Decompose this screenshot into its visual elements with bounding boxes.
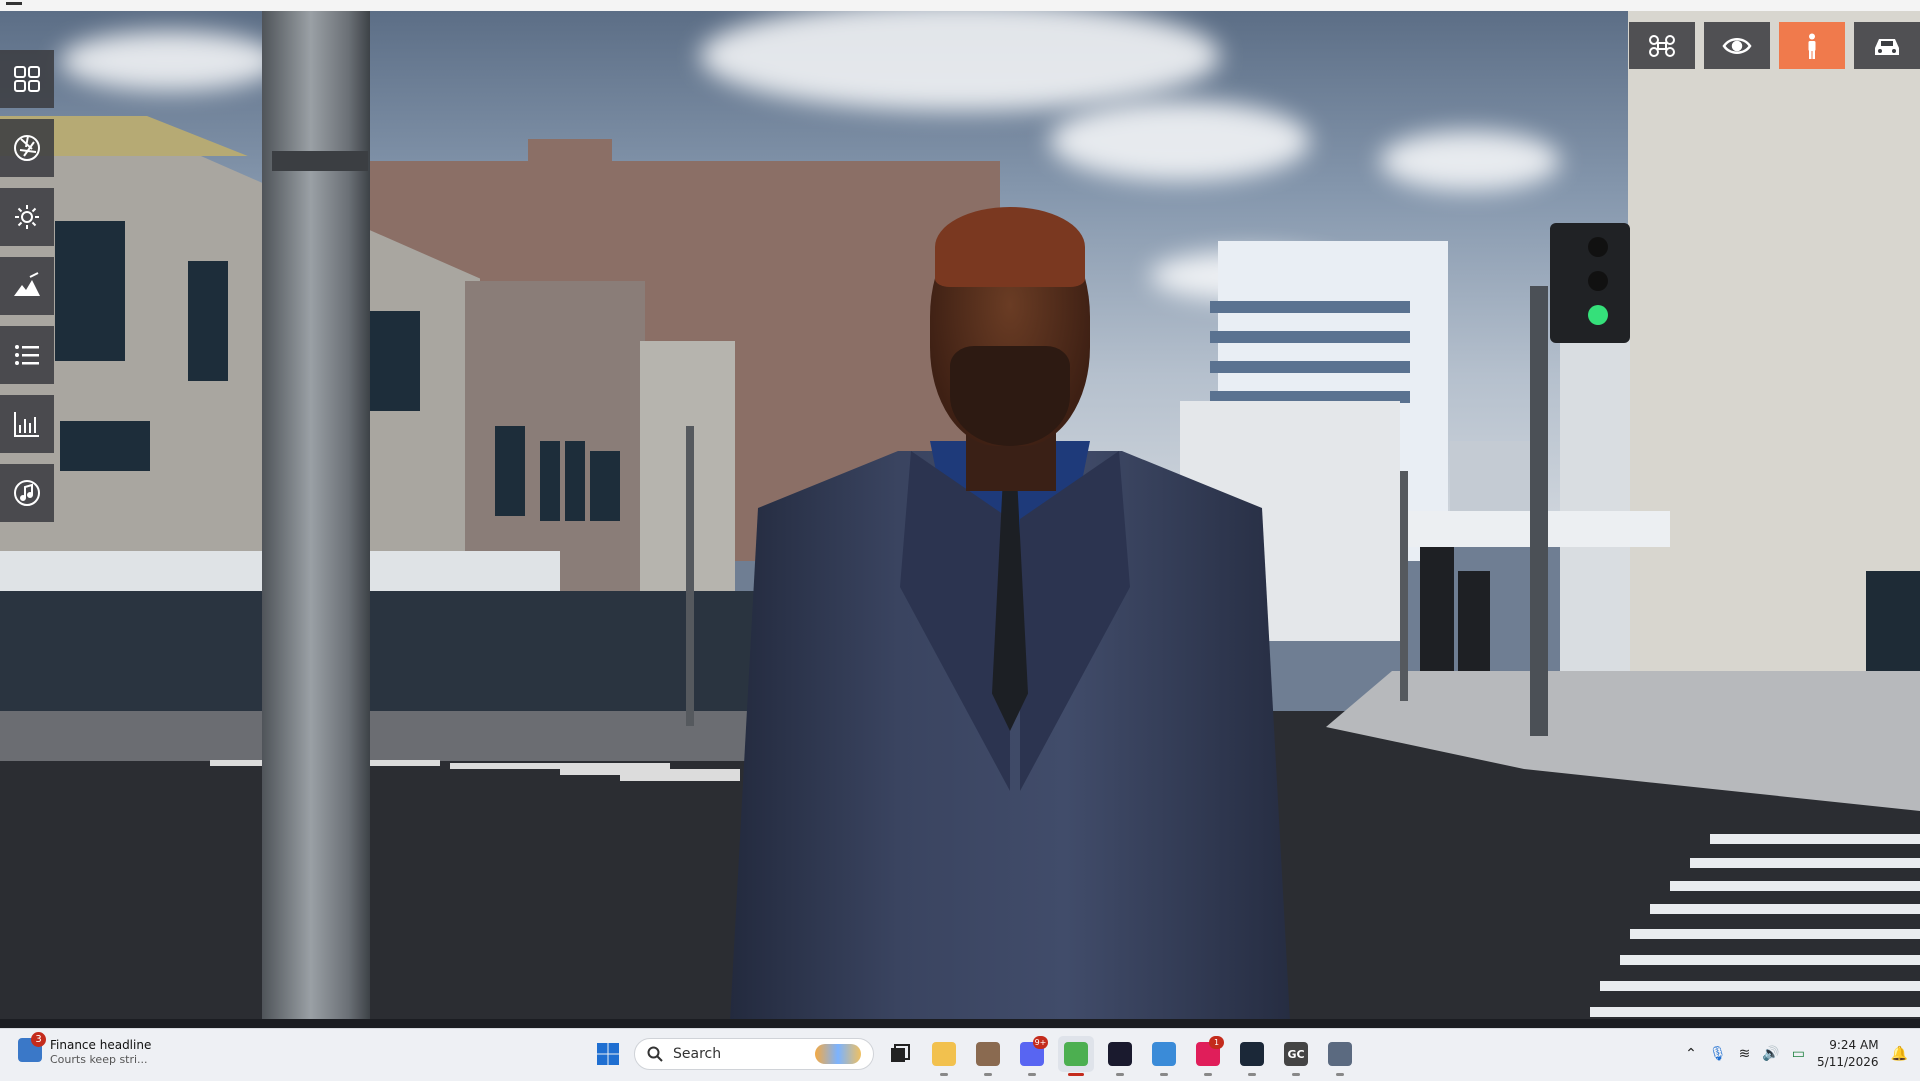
clock[interactable]: 9:24 AM 5/11/2026: [1817, 1037, 1879, 1071]
observer-view-button[interactable]: [1704, 22, 1770, 69]
canopy-column: [1420, 547, 1454, 677]
windows-icon: [597, 1043, 619, 1065]
taskbar-center: Search 9+ 1 GC: [590, 1036, 1358, 1076]
news-badge: 3: [31, 1032, 46, 1047]
clock-time: 9:24 AM: [1829, 1038, 1879, 1052]
brick-chimney: [528, 139, 612, 179]
street-lamp: [686, 426, 694, 726]
app-badge: 9+: [1033, 1036, 1048, 1049]
slack-taskbar-button[interactable]: 1: [1190, 1036, 1226, 1076]
file-explorer-icon: [932, 1042, 956, 1066]
steam-taskbar-button[interactable]: [1234, 1036, 1270, 1076]
affinity-icon: [1108, 1042, 1132, 1066]
camera-button[interactable]: [0, 119, 54, 177]
settings-icon: [1328, 1042, 1352, 1066]
music-icon: [14, 480, 40, 506]
game-app-icon: [1064, 1042, 1088, 1066]
affinity-taskbar-button[interactable]: [1102, 1036, 1138, 1076]
file-explorer-taskbar-button[interactable]: [926, 1036, 962, 1076]
gc-app-icon: GC: [1284, 1042, 1308, 1066]
contact-app-taskbar-button[interactable]: [970, 1036, 1006, 1076]
game-app-taskbar-button[interactable]: [1058, 1036, 1094, 1076]
photos-icon: [1152, 1042, 1176, 1066]
taskbar-search[interactable]: Search: [634, 1038, 874, 1070]
signal-pole: [1530, 286, 1548, 736]
list-button[interactable]: [0, 326, 54, 384]
clock-date: 5/11/2026: [1817, 1055, 1879, 1069]
wifi-icon[interactable]: ≋: [1739, 1046, 1751, 1062]
window-top-strip: [0, 0, 1920, 11]
terrain-icon: [14, 272, 40, 296]
news-subtext: Courts keep stri...: [50, 1053, 148, 1066]
pedestrian-view-button[interactable]: [1779, 22, 1845, 69]
news-icon: 3: [18, 1032, 46, 1062]
lighting-button[interactable]: [0, 188, 54, 246]
microphone-icon[interactable]: 🎙: [1709, 1046, 1727, 1062]
stats-button[interactable]: [0, 395, 54, 453]
drone-icon: [1649, 34, 1675, 57]
task-view-icon: [891, 1044, 910, 1062]
list-icon: [15, 345, 39, 365]
left-sidewalk: [0, 711, 780, 761]
vehicle-view-button[interactable]: [1854, 22, 1920, 69]
drone-view-button[interactable]: [1629, 22, 1695, 69]
street-lamp: [1400, 471, 1408, 701]
taskbar: 3 Finance headline Courts keep stri... S…: [0, 1028, 1920, 1081]
desktop-screen: 3 Finance headline Courts keep stri... S…: [0, 0, 1920, 1081]
storefront-glass: [0, 591, 760, 721]
photos-taskbar-button[interactable]: [1146, 1036, 1182, 1076]
grid-icon: [14, 66, 40, 92]
pedestrian-icon: [1808, 33, 1816, 59]
settings-taskbar-button[interactable]: [1322, 1036, 1358, 1076]
eye-icon: [1722, 37, 1752, 54]
battery-icon[interactable]: ▭: [1792, 1046, 1805, 1062]
menu-icon[interactable]: [6, 2, 22, 5]
discord-taskbar-button[interactable]: 9+: [1014, 1036, 1050, 1076]
start-button[interactable]: [590, 1036, 626, 1072]
aperture-icon: [14, 135, 40, 161]
sun-icon: [15, 205, 39, 229]
news-headline: Finance headline: [50, 1038, 152, 1052]
system-tray: ⌃ 🎙 ≋ 🔊 ▭ 9:24 AM 5/11/2026 🔔: [1685, 1037, 1908, 1071]
canopy-column: [1458, 571, 1490, 681]
search-placeholder: Search: [673, 1046, 722, 1062]
car-icon: [1875, 38, 1899, 55]
steam-icon: [1240, 1042, 1264, 1066]
pedestrian-character[interactable]: [730, 207, 1290, 1019]
volume-icon[interactable]: 🔊: [1762, 1046, 1779, 1062]
gc-app-taskbar-button[interactable]: GC: [1278, 1036, 1314, 1076]
game-viewport[interactable]: [0, 11, 1920, 1019]
terrain-button[interactable]: [0, 257, 54, 315]
news-widget[interactable]: 3 Finance headline Courts keep stri...: [18, 1032, 152, 1068]
notification-icon[interactable]: 🔔: [1891, 1046, 1908, 1062]
chart-icon: [14, 412, 39, 437]
search-highlight-icon: [815, 1044, 861, 1064]
contact-app-icon: [976, 1042, 1000, 1066]
right-toolbar: [1629, 22, 1920, 69]
search-icon: [647, 1046, 663, 1062]
traffic-signal: [1550, 223, 1630, 343]
chevron-up-icon[interactable]: ⌃: [1685, 1046, 1697, 1062]
task-view-button[interactable]: [882, 1036, 918, 1072]
grid-button[interactable]: [0, 50, 54, 108]
right-glass-building: [1560, 311, 1630, 691]
left-toolbar: [0, 50, 54, 533]
audio-button[interactable]: [0, 464, 54, 522]
app-badge: 1: [1209, 1036, 1224, 1049]
